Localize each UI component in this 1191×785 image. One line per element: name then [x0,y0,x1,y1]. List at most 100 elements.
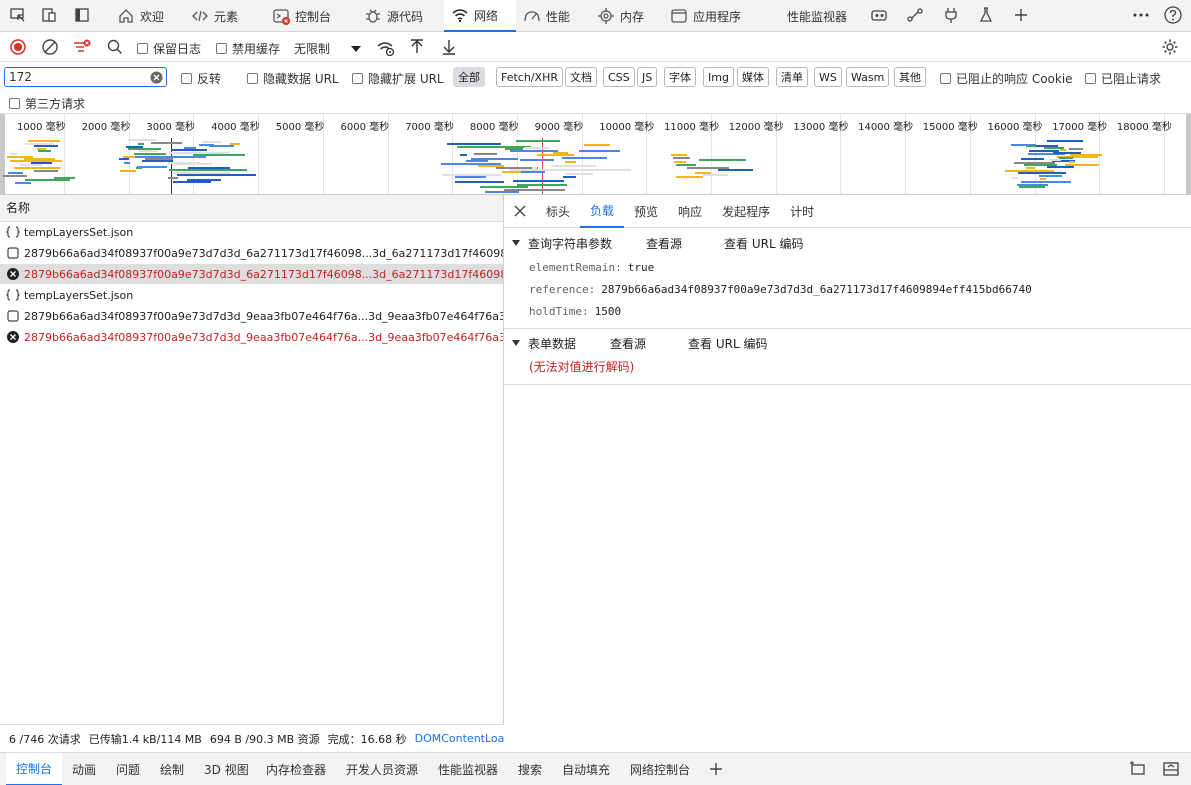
disable-cache-checkbox[interactable]: 禁用缓存 [216,40,280,57]
clear-icon[interactable] [41,38,59,56]
type-filter-media[interactable]: 媒体 [737,67,769,87]
add-tab-icon[interactable] [1012,6,1030,24]
hide-data-url-checkbox[interactable]: 隐藏数据 URL [247,70,339,87]
overview-tick-label: 12000 毫秒 [728,122,784,133]
type-filter-other[interactable]: 其他 [894,67,926,87]
type-filter-wasm[interactable]: Wasm [846,67,890,87]
tab-preview[interactable]: 预览 [624,195,668,228]
tab-payload[interactable]: 负载 [580,195,625,228]
record-icon[interactable] [9,38,27,56]
form-data-header[interactable]: 表单数据 查看源 查看 URL 编码 [504,330,1191,356]
dock-drawer-icon[interactable] [1129,761,1147,777]
drawer-tab-animations[interactable]: 动画 [72,753,96,785]
type-filter-img[interactable]: Img [703,67,734,87]
tab-timing[interactable]: 计时 [780,195,824,228]
hide-extension-url-checkbox[interactable]: 隐藏扩展 URL [352,70,444,87]
connections-icon[interactable] [906,6,924,24]
device-icon[interactable] [40,6,58,24]
tab-application[interactable]: 应用程序 [663,0,748,32]
view-url-encoded-link[interactable]: 查看 URL 编码 [724,235,803,252]
clear-filter-icon[interactable] [150,71,163,84]
toggle-drawer-icon[interactable] [1162,761,1180,777]
checkbox-box[interactable] [940,73,951,84]
settings-gear-icon[interactable] [1161,38,1179,56]
blocked-cookies-checkbox[interactable]: 已阻止的响应 Cookie [940,70,1073,87]
type-filter-ws[interactable]: WS [814,67,842,87]
type-filter-fetch-xhr[interactable]: Fetch/XHR [496,67,563,87]
request-row[interactable]: 2879b66a6ad34f08937f00a9e73d7d3d_9eaa3fb… [0,327,503,348]
preserve-log-label: 保留日志 [153,42,202,56]
plug-icon[interactable] [942,6,960,24]
tab-performance-monitor[interactable]: 性能监视器 [780,0,854,32]
request-row[interactable]: 2879b66a6ad34f08937f00a9e73d7d3d_6a27117… [0,243,503,264]
add-drawer-tab-icon[interactable] [708,761,724,777]
dock-icon[interactable] [73,6,91,24]
export-har-icon[interactable] [440,38,458,56]
network-overview-timeline[interactable]: 1000 毫秒 2000 毫秒 3000 毫秒 4000 毫秒 5000 毫秒 6000 … [0,114,1191,195]
view-url-encoded-link[interactable]: 查看 URL 编码 [688,335,767,352]
experiment-icon[interactable] [977,6,995,24]
checkbox-box[interactable] [9,98,20,109]
tab-initiator[interactable]: 发起程序 [712,195,780,228]
request-row[interactable]: 2879b66a6ad34f08937f00a9e73d7d3d_9eaa3fb… [0,306,503,327]
drawer-tab-performance-monitor[interactable]: 性能监视器 [438,753,498,785]
type-filter-manifest[interactable]: 清单 [776,67,808,87]
issues-icon[interactable] [870,6,890,24]
drawer-tab-console[interactable]: 控制台 [6,753,63,785]
network-conditions-icon[interactable] [376,39,396,57]
type-filter-js[interactable]: JS [637,67,658,87]
overview-left-handle[interactable] [0,114,5,194]
query-params-header[interactable]: 查询字符串参数 查看源 查看 URL 编码 [504,230,1191,256]
help-icon[interactable] [1163,5,1183,25]
type-filter-all[interactable]: 全部 [453,67,485,87]
more-icon[interactable] [1132,6,1150,24]
overview-right-handle[interactable] [1186,114,1191,194]
checkbox-box[interactable] [247,73,258,84]
third-party-checkbox[interactable]: 第三方请求 [9,95,85,112]
overview-request-bar [124,162,131,165]
tab-console[interactable]: 控制台 [265,0,338,32]
tab-welcome[interactable]: 欢迎 [110,0,171,32]
inspect-icon[interactable] [9,6,27,24]
throttle-select[interactable]: 无限制 [294,40,362,57]
tab-memory[interactable]: 内存 [590,0,651,32]
type-filter-css[interactable]: CSS [603,67,635,87]
filter-input[interactable]: 172 [4,67,167,87]
drawer-tab-network-console[interactable]: 网络控制台 [630,753,690,785]
drawer-tab-rendering[interactable]: 绘制 [160,753,184,785]
view-source-link[interactable]: 查看源 [610,335,646,352]
tab-elements[interactable]: 元素 [184,0,245,32]
drawer-tab-3d-view[interactable]: 3D 视图 [204,753,249,785]
checkbox-box[interactable] [216,43,227,54]
request-row[interactable]: tempLayersSet.json [0,222,503,243]
tab-sources[interactable]: 源代码 [357,0,430,32]
overview-request-bar [34,169,59,172]
import-har-icon[interactable] [408,38,426,56]
drawer-tab-issues[interactable]: 问题 [116,753,140,785]
view-source-link[interactable]: 查看源 [646,235,682,252]
request-row-selected[interactable]: 2879b66a6ad34f08937f00a9e73d7d3d_6a27117… [0,264,503,285]
close-icon[interactable] [504,204,536,218]
overview-request-bar [120,169,136,172]
tab-response[interactable]: 响应 [668,195,712,228]
type-filter-font[interactable]: 字体 [664,67,696,87]
type-filter-document[interactable]: 文档 [565,67,597,87]
drawer-tab-search[interactable]: 搜索 [518,753,542,785]
checkbox-box[interactable] [181,73,192,84]
name-column-header[interactable]: 名称 [0,195,503,222]
search-icon[interactable] [106,38,124,56]
drawer-tab-developer-resources[interactable]: 开发人员资源 [346,753,418,785]
tab-performance[interactable]: 性能 [516,0,577,32]
tab-headers[interactable]: 标头 [536,195,580,228]
tab-network[interactable]: 网络 [444,0,516,32]
blocked-requests-checkbox[interactable]: 已阻止请求 [1085,70,1161,87]
checkbox-box[interactable] [1085,73,1096,84]
drawer-tab-memory-inspector[interactable]: 内存检查器 [266,753,326,785]
invert-checkbox[interactable]: 反转 [181,70,221,87]
checkbox-box[interactable] [352,73,363,84]
request-row[interactable]: tempLayersSet.json [0,285,503,306]
checkbox-box[interactable] [137,43,148,54]
filter-icon[interactable] [72,38,92,56]
drawer-tab-autofill[interactable]: 自动填充 [562,753,610,785]
preserve-log-checkbox[interactable]: 保留日志 [137,40,201,57]
